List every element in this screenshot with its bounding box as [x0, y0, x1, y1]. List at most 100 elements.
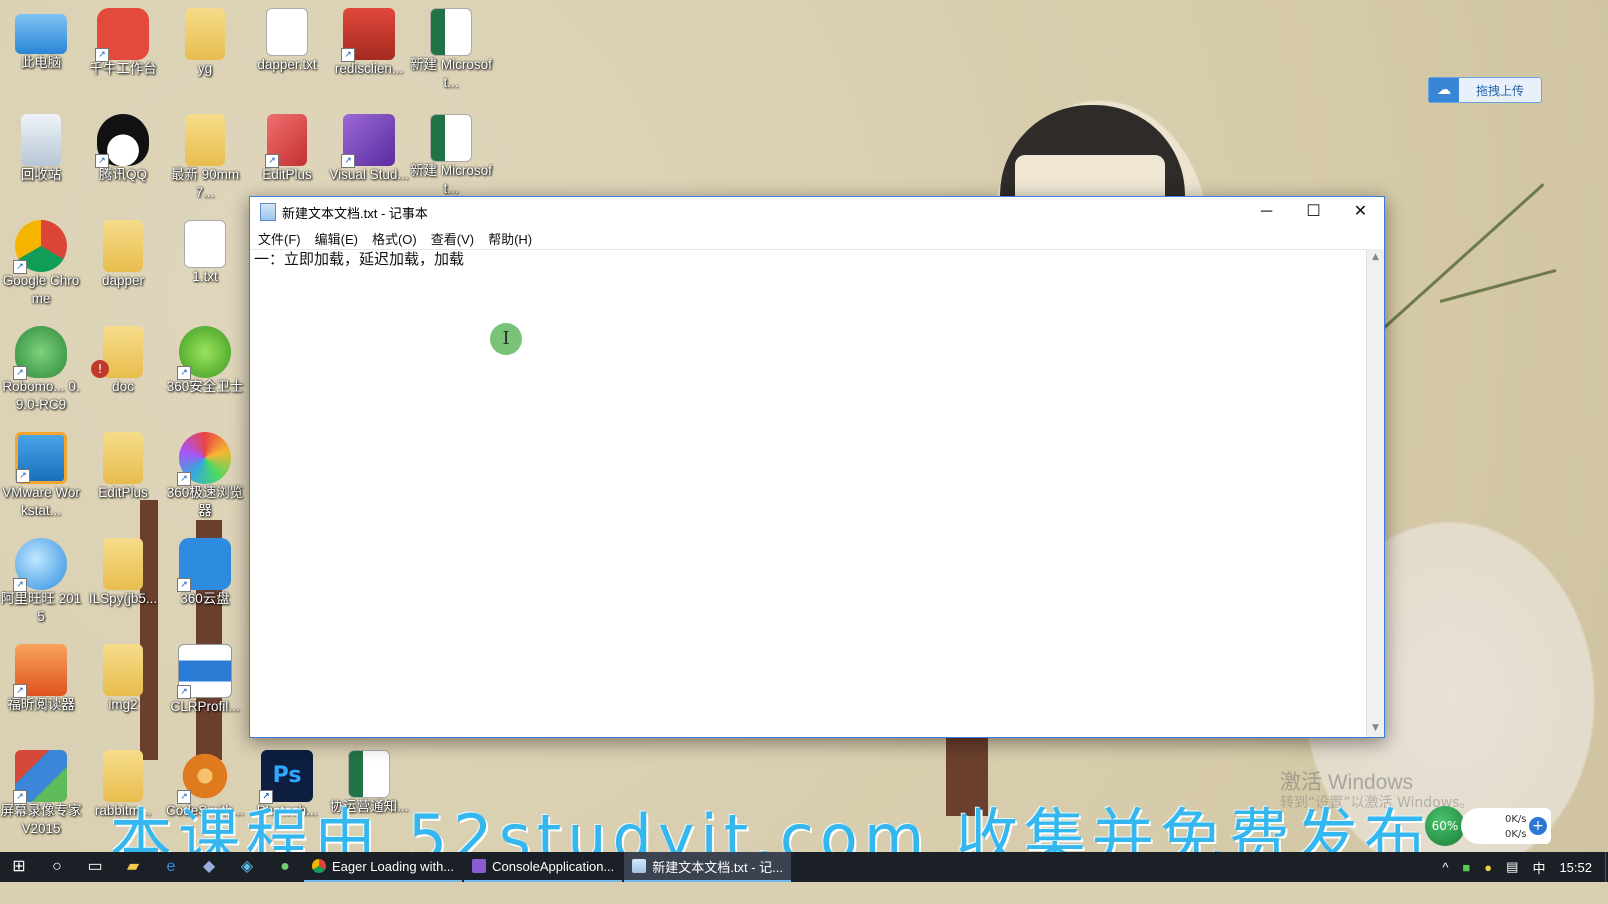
desktop-icon-screen-recorder[interactable]: ↗ 屏幕录像专家V2015 [0, 744, 82, 850]
shortcut-arrow-icon: ↗ [13, 260, 27, 274]
360-security-icon: ↗ [177, 326, 231, 380]
taskbar-item-visual-studio[interactable]: ConsoleApplication... [464, 852, 623, 882]
menu-edit[interactable]: 编辑(E) [309, 229, 364, 248]
edge-icon[interactable]: e [152, 852, 190, 882]
windows-start-icon[interactable]: ⊞ [0, 852, 38, 882]
task-view-icon[interactable]: ▭ [76, 852, 114, 882]
desktop-icon-editplus-folder[interactable]: EditPlus [82, 426, 164, 532]
chevron-up-icon[interactable]: ^ [1435, 860, 1455, 875]
desktop-icon-dapper-txt[interactable]: dapper.txt [246, 2, 328, 108]
redis-icon: ↗ [341, 8, 395, 62]
shortcut-arrow-icon: ↗ [177, 472, 191, 486]
menu-view[interactable]: 查看(V) [425, 229, 480, 248]
360-cloud-icon: ↗ [177, 538, 231, 592]
shortcut-arrow-icon: ↗ [177, 685, 191, 699]
shortcut-arrow-icon: ↗ [13, 366, 27, 380]
folder-icon [103, 538, 143, 590]
desktop-icon-vmware[interactable]: ↗ VMware Workstat... [0, 426, 82, 532]
pinned-app-icon[interactable]: ● [266, 852, 304, 882]
system-tray: ^ ■ ● ▤ 中 15:52 [1435, 852, 1608, 882]
excel-icon [348, 750, 390, 798]
desktop-icon-qianniu[interactable]: ↗ 千牛工作台 [82, 2, 164, 108]
folder-icon [103, 432, 143, 484]
shortcut-arrow-icon: ↗ [341, 154, 355, 168]
qianniu-icon: ↗ [95, 8, 149, 62]
download-speed: 0K/s [1505, 829, 1527, 840]
folder-icon [185, 8, 225, 60]
mouse-cursor-highlight: I [490, 323, 522, 355]
excel-icon [430, 114, 472, 162]
upload-speed: 0K/s [1505, 814, 1527, 825]
shortcut-arrow-icon: ↗ [95, 48, 109, 62]
vertical-scrollbar[interactable]: ▲ ▼ [1366, 249, 1384, 737]
desktop-icon-360-security[interactable]: ↗ 360安全卫士 [164, 320, 246, 426]
vmware-icon: ↗ [15, 432, 67, 484]
folder-icon: ! [91, 326, 143, 378]
tray-app-icon[interactable]: ● [1477, 860, 1499, 875]
search-icon[interactable]: ○ [38, 852, 76, 882]
plus-icon[interactable]: + [1529, 817, 1547, 835]
desktop-icon-chrome[interactable]: ↗ Google Chrome [0, 214, 82, 320]
ime-indicator[interactable]: 中 [1525, 858, 1552, 877]
desktop-icon-img2-folder[interactable]: img2 [82, 638, 164, 744]
desktop-icon-360-cloud[interactable]: ↗ 360云盘 [164, 532, 246, 638]
shortcut-arrow-icon: ↗ [95, 154, 109, 168]
title-bar[interactable]: 新建文本文档.txt - 记事本 ─ ☐ ✕ [250, 197, 1384, 227]
desktop-icon-robomongo[interactable]: ↗ Robomo... 0.9.0-RC9 [0, 320, 82, 426]
drag-upload-widget[interactable]: ☁ 拖拽上传 [1428, 77, 1542, 103]
notepad-window[interactable]: 新建文本文档.txt - 记事本 ─ ☐ ✕ 文件(F) 编辑(E) 格式(O)… [249, 196, 1385, 738]
menu-format[interactable]: 格式(O) [366, 229, 423, 248]
text-editor[interactable]: 一：立即加载，延迟加载，加载 [250, 249, 1367, 737]
desktop-icon-this-pc[interactable]: 此电脑 [0, 2, 82, 108]
menu-file[interactable]: 文件(F) [252, 229, 307, 248]
shortcut-arrow-icon: ↗ [13, 790, 27, 804]
window-controls: ─ ☐ ✕ [1243, 197, 1384, 227]
file-explorer-icon[interactable]: ▰ [114, 852, 152, 882]
desktop-icon-latest-folder[interactable]: 最新 90mm7... [164, 108, 246, 214]
desktop-icon-foxit[interactable]: ↗ 福昕阅读器 [0, 638, 82, 744]
maximize-button[interactable]: ☐ [1290, 197, 1337, 227]
desktop-icon-doc-folder[interactable]: ! doc [82, 320, 164, 426]
desktop-icon-clrprofiler[interactable]: ↗ CLRProfil... [164, 638, 246, 744]
close-button[interactable]: ✕ [1337, 197, 1384, 227]
visual-studio-icon: ↗ [341, 114, 395, 168]
shortcut-arrow-icon: ↗ [265, 154, 279, 168]
aliwangwang-icon: ↗ [13, 538, 67, 592]
shortcut-arrow-icon: ↗ [177, 366, 191, 380]
taskbar-item-chrome[interactable]: Eager Loading with... [304, 852, 463, 882]
robomongo-icon: ↗ [13, 326, 67, 380]
pinned-app-icon[interactable]: ◆ [190, 852, 228, 882]
desktop-icon-recycle-bin[interactable]: 回收站 [0, 108, 82, 214]
desktop-icon-yg-folder[interactable]: yg [164, 2, 246, 108]
chrome-icon: ↗ [13, 220, 67, 274]
desktop-icon-1-txt[interactable]: 1.txt [164, 214, 246, 320]
clrprofiler-icon: ↗ [177, 644, 232, 699]
scroll-up-icon[interactable]: ▲ [1367, 249, 1384, 266]
visual-studio-icon [472, 859, 487, 873]
wallpaper-branch [1378, 183, 1545, 333]
text-file-icon [184, 220, 226, 268]
shortcut-arrow-icon: ↗ [13, 684, 27, 698]
pinned-app-icon[interactable]: ◈ [228, 852, 266, 882]
taskbar-item-notepad[interactable]: 新建文本文档.txt - 记... [624, 852, 792, 882]
netspeed-widget[interactable]: 60% 0K/s 0K/s + [1425, 806, 1553, 846]
desktop-icon-360-browser[interactable]: ↗ 360极速浏览器 [164, 426, 246, 532]
tray-app-icon[interactable]: ■ [1455, 860, 1477, 875]
shortcut-arrow-icon: ↗ [13, 578, 27, 592]
desktop-icon-redis-client[interactable]: ↗ redisclien... [328, 2, 410, 108]
menu-help[interactable]: 帮助(H) [482, 229, 538, 248]
minimize-button[interactable]: ─ [1243, 197, 1290, 227]
shortcut-arrow-icon: ↗ [177, 578, 191, 592]
desktop-icon-excel-new-1[interactable]: 新建 Microsoft... [410, 2, 492, 108]
foxit-pdf-icon: ↗ [13, 644, 67, 698]
desktop-icon-dapper-folder[interactable]: dapper [82, 214, 164, 320]
folder-icon [103, 644, 143, 696]
desktop-icon-aliwangwang[interactable]: ↗ 阿里旺旺 2015 [0, 532, 82, 638]
scroll-down-icon[interactable]: ▼ [1367, 720, 1384, 737]
desktop-icon-ilspy-folder[interactable]: ILSpy(jb5... [82, 532, 164, 638]
action-center-icon[interactable]: ▤ [1499, 859, 1525, 875]
qq-icon: ↗ [95, 114, 149, 168]
clock[interactable]: 15:52 [1552, 860, 1599, 875]
menu-bar: 文件(F) 编辑(E) 格式(O) 查看(V) 帮助(H) [250, 227, 1384, 250]
desktop-icon-qq[interactable]: ↗ 腾讯QQ [82, 108, 164, 214]
